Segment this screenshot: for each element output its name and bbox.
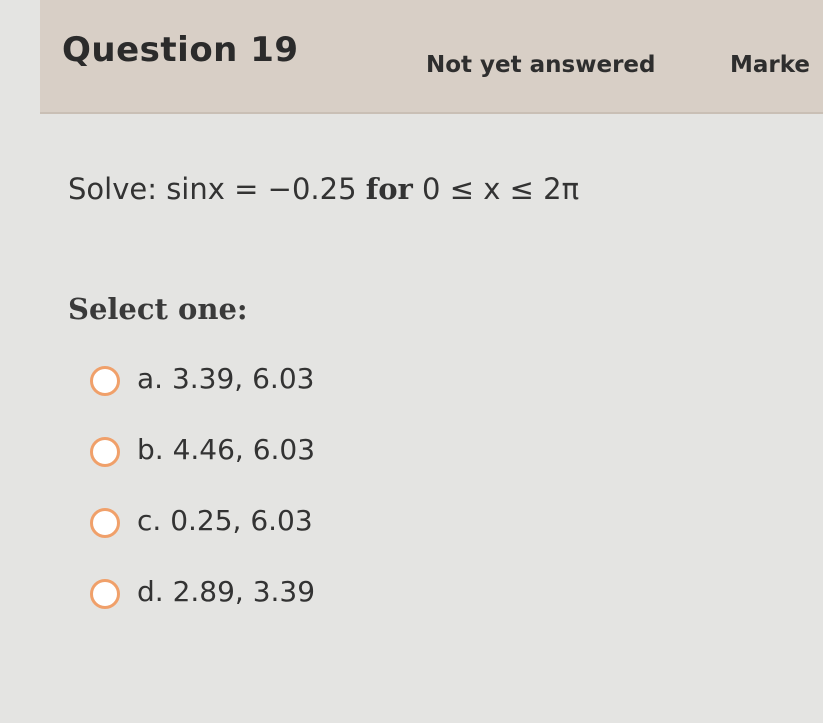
question-equation: Solve: sinx = −0.25 — [68, 172, 366, 206]
question-info-header: Question 19 Not yet answered Marke — [40, 0, 823, 114]
question-state: Not yet answered — [426, 52, 656, 78]
question-number: Question 19 — [62, 30, 299, 70]
question-range: 0 ≤ x ≤ 2π — [412, 172, 580, 206]
radio-button-a[interactable] — [90, 366, 120, 396]
question-for-word: for — [365, 172, 413, 206]
answer-label-c[interactable]: c. 0.25, 6.03 — [137, 504, 313, 537]
question-mark-label: Marke — [730, 52, 811, 78]
select-one-prompt: Select one: — [68, 292, 248, 326]
radio-button-c[interactable] — [90, 508, 120, 538]
radio-button-d[interactable] — [90, 579, 120, 609]
answer-option-d[interactable]: d. 2.89, 3.39 — [90, 575, 510, 621]
question-text: Solve: sinx = −0.25 for 0 ≤ x ≤ 2π — [68, 172, 579, 206]
radio-button-b[interactable] — [90, 437, 120, 467]
answer-option-b[interactable]: b. 4.46, 6.03 — [90, 433, 510, 479]
answer-label-a[interactable]: a. 3.39, 6.03 — [137, 362, 314, 395]
answer-option-c[interactable]: c. 0.25, 6.03 — [90, 504, 510, 550]
answer-label-b[interactable]: b. 4.46, 6.03 — [137, 433, 315, 466]
answer-label-d[interactable]: d. 2.89, 3.39 — [137, 575, 315, 608]
answer-option-a[interactable]: a. 3.39, 6.03 — [90, 362, 510, 408]
